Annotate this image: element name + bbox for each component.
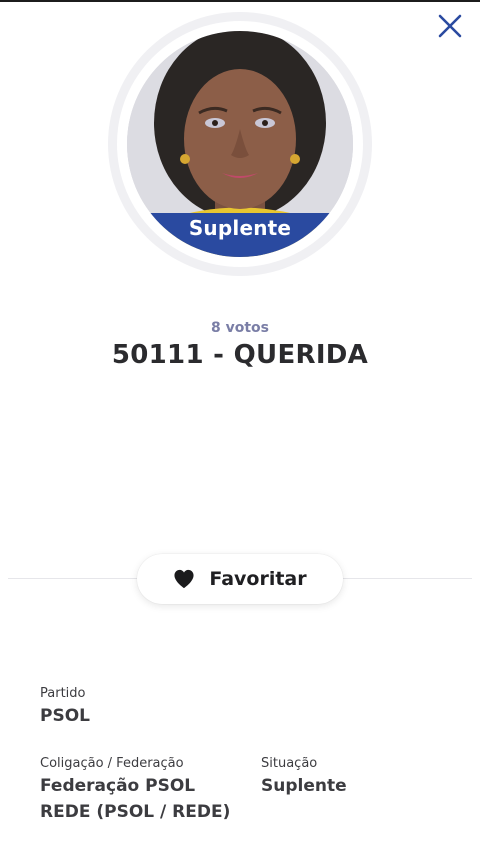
party-value: PSOL (40, 706, 90, 726)
heart-icon (174, 569, 194, 589)
party-label: Partido (40, 686, 86, 701)
favorite-button[interactable]: Favoritar (137, 554, 343, 604)
status-badge-label: Suplente (188, 216, 292, 240)
coalition-label: Coligação / Federação (40, 756, 184, 771)
situation-value: Suplente (261, 776, 347, 796)
candidate-photo: Suplente (127, 31, 353, 257)
status-badge: Suplente (127, 213, 353, 257)
close-button[interactable] (434, 10, 466, 42)
favorite-button-label: Favoritar (209, 568, 307, 590)
candidate-detail-screen: Suplente 8 votos 50111 - QUERIDA Favorit… (0, 0, 480, 854)
coalition-value-line1: Federação PSOL (40, 776, 196, 796)
situation-label: Situação (261, 756, 318, 771)
candidate-name: 50111 - QUERIDA (111, 340, 369, 370)
close-icon (438, 14, 462, 38)
coalition-value-line2: REDE (PSOL / REDE) (40, 802, 231, 822)
vote-count: 8 votos (210, 320, 269, 336)
avatar-frame: Suplente (108, 12, 372, 276)
